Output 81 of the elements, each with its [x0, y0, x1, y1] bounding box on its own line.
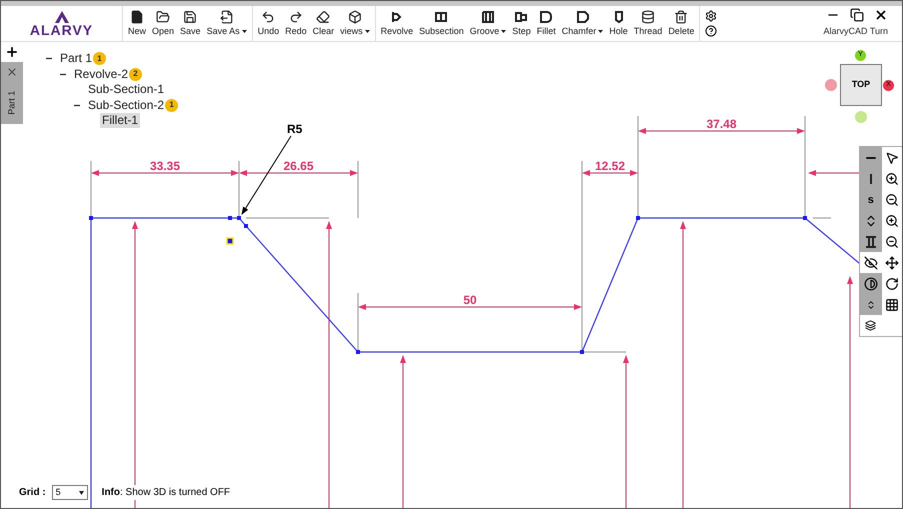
toolbar-button[interactable]: views [337, 6, 373, 41]
selection-point [226, 237, 234, 245]
part-tab[interactable]: Part 1 [1, 62, 23, 124]
count-badge: 1 [165, 98, 178, 112]
layers-icon[interactable] [865, 320, 876, 331]
toolbar-button[interactable]: Groove [466, 6, 510, 41]
toolbar-button[interactable]: Clear [310, 6, 338, 41]
toolbar-button[interactable]: Hole [606, 6, 631, 41]
dimension-label: 12.52 [594, 159, 626, 173]
zoom-fit-icon[interactable] [885, 234, 900, 248]
trash-icon [674, 10, 688, 24]
dimension-label: 50 [463, 293, 477, 307]
tree-item[interactable]: Sub-Section-1 [86, 82, 166, 98]
zoom-window-icon[interactable] [885, 214, 900, 228]
caret-icon [501, 30, 506, 33]
feature-icon [514, 10, 528, 24]
toolbar-button[interactable]: Revolve [378, 6, 416, 41]
toolbar-button[interactable]: Save As [204, 6, 250, 41]
eraser-icon [316, 10, 330, 24]
toolbar-button[interactable]: Subsection [416, 6, 467, 41]
tree-item[interactable]: Sub-Section-2 [86, 98, 166, 113]
folder-icon [156, 10, 170, 24]
help-icon[interactable] [705, 25, 718, 37]
feature-icon [390, 10, 404, 24]
dimension-tool-icon[interactable] [864, 234, 878, 248]
feature-icon [539, 10, 554, 24]
toolbar-button[interactable]: Thread [630, 6, 666, 41]
settings-icon[interactable] [705, 10, 718, 22]
toolbar-button[interactable]: Chamfer [558, 6, 606, 41]
undo-icon [261, 10, 276, 24]
tree-item[interactable]: Fillet-1 [100, 113, 140, 128]
pan-icon[interactable] [885, 256, 900, 270]
toolbar-button[interactable]: Fillet [534, 6, 559, 41]
dimension-label: 33.35 [150, 159, 180, 173]
grid-label: Grid : [19, 486, 46, 500]
app-title: AlarvyCAD Turn [823, 25, 888, 38]
toolbar-button[interactable]: Undo [254, 6, 282, 41]
toolbar-button[interactable]: Open [149, 6, 178, 41]
caret-icon [242, 30, 247, 33]
stack-icon [641, 10, 656, 24]
save-icon [183, 10, 198, 24]
logo-text: ALARVY [30, 22, 94, 36]
dimension-arrow [582, 170, 638, 176]
zoom-in-icon[interactable] [885, 172, 900, 186]
dimension-label: 37.48 [706, 117, 737, 131]
toolbar-button[interactable]: Delete [665, 6, 698, 41]
contrast-icon[interactable] [864, 276, 878, 290]
hide-icon[interactable] [864, 256, 878, 270]
caret-icon [598, 30, 604, 33]
feature-icon [576, 10, 590, 24]
dimension-label: 26.65 [283, 159, 314, 173]
close-icon[interactable] [874, 8, 888, 22]
status-message: Info: Show 3D is turned OFF [102, 485, 230, 500]
zoom-out-icon[interactable] [885, 192, 900, 206]
toolbar-button[interactable]: Save [177, 6, 204, 41]
count-badge: 2 [129, 68, 142, 81]
restore-icon[interactable] [850, 8, 864, 22]
toolbar-button[interactable]: Step [509, 6, 534, 41]
logo-mark [54, 10, 68, 22]
axis-handle[interactable] [855, 111, 867, 123]
radius-label: R5 [287, 122, 302, 136]
tree-item[interactable]: Part 1 [58, 51, 94, 66]
file-icon [130, 10, 144, 24]
grid-icon[interactable] [885, 298, 900, 312]
caret-icon [364, 30, 370, 33]
rotate-icon[interactable] [885, 276, 900, 290]
cube-icon [348, 10, 362, 24]
caret-icon [78, 490, 84, 494]
pointer-icon[interactable] [885, 150, 900, 164]
toolbar-button[interactable]: Redo [282, 6, 310, 41]
grid-select[interactable]: 5 [52, 485, 88, 500]
toolbar-button[interactable]: New [125, 6, 150, 41]
view-cube[interactable]: TOP [840, 64, 882, 106]
sort-icon[interactable] [866, 300, 876, 310]
file-export-icon [220, 10, 234, 24]
feature-icon [434, 10, 448, 24]
redo-icon [288, 10, 303, 24]
count-badge: 1 [93, 52, 106, 66]
feature-icon [480, 10, 495, 24]
axis-handle[interactable] [825, 79, 837, 91]
tree-item[interactable]: Revolve-2 [72, 66, 130, 82]
